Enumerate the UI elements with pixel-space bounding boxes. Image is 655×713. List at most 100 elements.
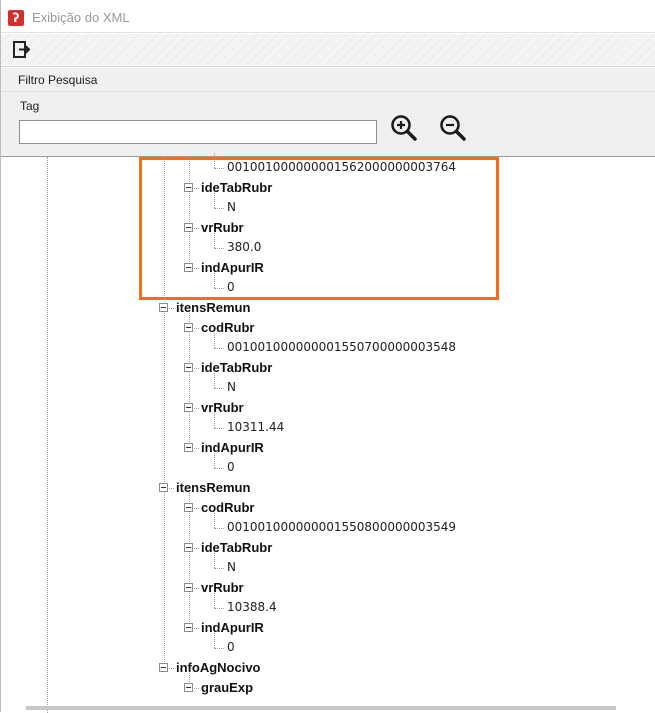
tree-guide-line bbox=[214, 333, 215, 348]
tree-connector bbox=[194, 548, 199, 549]
node-label: vrRubr bbox=[201, 400, 244, 415]
tree-node-ideTabRubr[interactable]: ideTabRubr bbox=[1, 539, 641, 557]
tree-connector bbox=[214, 528, 224, 529]
node-label: codRubr bbox=[201, 320, 255, 335]
tree-connector bbox=[214, 428, 224, 429]
tree-connector bbox=[214, 248, 224, 249]
tree-node-grauExp[interactable]: grauExp bbox=[1, 679, 641, 697]
collapse-icon[interactable] bbox=[184, 623, 193, 632]
tree-connector bbox=[194, 508, 199, 509]
collapse-icon[interactable] bbox=[184, 503, 193, 512]
collapse-icon[interactable] bbox=[184, 683, 193, 692]
filter-header: Filtro Pesquisa bbox=[1, 68, 655, 92]
tree-node-vrRubr[interactable]: vrRubr bbox=[1, 579, 641, 597]
tree-guide-line bbox=[214, 273, 215, 288]
node-label: indApurIR bbox=[201, 620, 264, 635]
tree-node-ideTabRubr[interactable]: ideTabRubr bbox=[1, 359, 641, 377]
tree-connector bbox=[214, 468, 224, 469]
tree-node-indApurIR[interactable]: indApurIR bbox=[1, 619, 641, 637]
app-logo-icon: ʔ bbox=[8, 10, 24, 26]
tree-guide-line bbox=[214, 233, 215, 248]
node-value: 380.0 bbox=[227, 240, 262, 254]
tree-value[interactable]: 380.0 bbox=[1, 233, 641, 257]
collapse-icon[interactable] bbox=[184, 543, 193, 552]
tree-value[interactable]: 10311.44 bbox=[1, 413, 641, 437]
tree-node-codRubr[interactable]: codRubr bbox=[1, 499, 641, 517]
collapse-icon[interactable] bbox=[184, 363, 193, 372]
collapse-icon[interactable] bbox=[184, 583, 193, 592]
tree-node-codRubr[interactable]: codRubr bbox=[1, 319, 641, 337]
tree-value[interactable]: 10388.4 bbox=[1, 593, 641, 617]
exit-button[interactable] bbox=[11, 39, 33, 61]
horizontal-scrollbar[interactable] bbox=[26, 706, 616, 710]
collapse-icon[interactable] bbox=[159, 663, 168, 672]
tree-node-itensRemun[interactable]: itensRemun bbox=[1, 479, 641, 497]
filter-title: Filtro Pesquisa bbox=[18, 73, 98, 87]
zoom-out-button[interactable] bbox=[437, 112, 469, 144]
tree-value[interactable]: 0 bbox=[1, 273, 641, 297]
node-value: 10388.4 bbox=[227, 600, 277, 614]
collapse-icon[interactable] bbox=[184, 223, 193, 232]
tag-input[interactable] bbox=[19, 120, 377, 144]
tree-node-ideTabRubr[interactable]: ideTabRubr bbox=[1, 179, 641, 197]
tree-connector bbox=[194, 588, 199, 589]
tree-guide-line bbox=[214, 593, 215, 608]
node-label: infoAgNocivo bbox=[176, 660, 261, 675]
tree-value[interactable]: N bbox=[1, 553, 641, 577]
tree-connector bbox=[194, 628, 199, 629]
tree-connector bbox=[194, 268, 199, 269]
node-label: ideTabRubr bbox=[201, 360, 273, 375]
tree-connector bbox=[214, 168, 224, 169]
tree-node-indApurIR[interactable]: indApurIR bbox=[1, 259, 641, 277]
node-label: vrRubr bbox=[201, 580, 244, 595]
toolbar bbox=[1, 34, 655, 67]
tree-node-vrRubr[interactable]: vrRubr bbox=[1, 399, 641, 417]
tree-value[interactable]: 001001000000001562000000003764 bbox=[1, 153, 641, 177]
node-label: indApurIR bbox=[201, 260, 264, 275]
xml-viewer-window: ʔ Exibição do XML Filtro Pesquisa Tag 00… bbox=[0, 0, 655, 713]
tree-connector bbox=[214, 388, 224, 389]
tree-connector bbox=[194, 328, 199, 329]
zoom-out-icon bbox=[440, 115, 466, 141]
tree-connector bbox=[169, 668, 174, 669]
xml-tree[interactable]: 001001000000001562000000003764 ideTabRubr… bbox=[1, 153, 655, 713]
collapse-icon[interactable] bbox=[159, 483, 168, 492]
collapse-icon[interactable] bbox=[184, 263, 193, 272]
tree-guide-line bbox=[214, 193, 215, 208]
collapse-icon[interactable] bbox=[184, 403, 193, 412]
tree-guide-line bbox=[214, 553, 215, 568]
tree-node-itensRemun[interactable]: itensRemun bbox=[1, 299, 641, 317]
tree-value[interactable]: N bbox=[1, 373, 641, 397]
tree-value[interactable]: 0 bbox=[1, 633, 641, 657]
tree-value[interactable]: 001001000000001550800000003549 bbox=[1, 513, 641, 537]
tree-guide-line bbox=[214, 413, 215, 428]
tree-connector bbox=[214, 648, 224, 649]
collapse-icon[interactable] bbox=[159, 303, 168, 312]
tree-connector bbox=[169, 308, 174, 309]
collapse-icon[interactable] bbox=[184, 323, 193, 332]
node-value: 0 bbox=[227, 460, 235, 474]
title-bar: ʔ Exibição do XML bbox=[1, 0, 655, 33]
node-value: 001001000000001550800000003549 bbox=[227, 520, 457, 534]
collapse-icon[interactable] bbox=[184, 183, 193, 192]
tree-node-infoAgNocivo[interactable]: infoAgNocivo bbox=[1, 659, 641, 677]
tree-connector bbox=[214, 208, 224, 209]
node-label: indApurIR bbox=[201, 440, 264, 455]
tree-value[interactable]: 0 bbox=[1, 453, 641, 477]
tag-label: Tag bbox=[20, 99, 40, 113]
tree-node-vrRubr[interactable]: vrRubr bbox=[1, 219, 641, 237]
tree-value[interactable]: N bbox=[1, 193, 641, 217]
zoom-in-button[interactable] bbox=[388, 112, 420, 144]
tree-connector bbox=[214, 348, 224, 349]
node-value: 001001000000001550700000003548 bbox=[227, 340, 457, 354]
tree-node-indApurIR[interactable]: indApurIR bbox=[1, 439, 641, 457]
window-title: Exibição do XML bbox=[32, 10, 130, 25]
node-value: 001001000000001562000000003764 bbox=[227, 160, 457, 174]
node-value: N bbox=[227, 200, 236, 214]
tree-connector bbox=[194, 368, 199, 369]
tree-guide-line bbox=[214, 373, 215, 388]
exit-icon bbox=[13, 41, 31, 58]
collapse-icon[interactable] bbox=[184, 443, 193, 452]
tree-value[interactable]: 001001000000001550700000003548 bbox=[1, 333, 641, 357]
tree-guide-line bbox=[214, 513, 215, 528]
